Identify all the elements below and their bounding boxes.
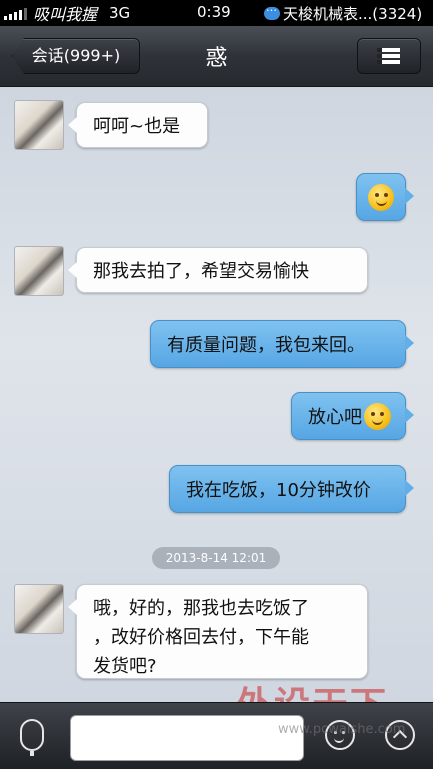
smile-emoji-icon: [368, 183, 394, 211]
signal-strength-icon: [4, 6, 27, 20]
message-text: 我在吃饭，10分钟改价: [186, 480, 371, 501]
contact-avatar[interactable]: [14, 584, 64, 634]
chat-bubble-icon: [264, 1, 280, 20]
message-bubble-outgoing[interactable]: [356, 173, 414, 221]
navigation-bar: 会话(999+) 惑: [0, 26, 433, 87]
status-bar: 吸叫我握 3G 0:39 天梭机械表...(3324): [0, 0, 433, 26]
message-text: 放心吧: [308, 407, 362, 428]
message-bubble-incoming[interactable]: 呵呵~也是: [68, 102, 208, 148]
message-bubble-outgoing[interactable]: 有质量问题，我包来回。: [150, 320, 414, 368]
notification: 天梭机械表...(3324): [264, 1, 423, 24]
message-text: 呵呵~也是: [93, 116, 181, 137]
smile-emoji-icon: [364, 402, 391, 430]
message-text-line: 哦，好的，那我也去吃饭了: [93, 598, 309, 619]
menu-button[interactable]: [357, 38, 421, 74]
carrier-name: 吸叫我握: [33, 5, 98, 24]
message-bubble-incoming[interactable]: 哦，好的，那我也去吃饭了 ，改好价格回去付，下午能 发货吧?: [68, 584, 368, 679]
message-bubble-incoming[interactable]: 那我去拍了，希望交易愉快: [68, 247, 368, 293]
message-text: 那我去拍了，希望交易愉快: [93, 261, 309, 282]
message-input[interactable]: [70, 715, 304, 761]
message-text-line: 发货吧?: [93, 656, 157, 677]
message-bubble-outgoing[interactable]: 我在吃饭，10分钟改价: [169, 465, 414, 513]
contact-avatar[interactable]: [14, 100, 64, 150]
clock: 0:39: [197, 3, 231, 21]
network-type: 3G: [109, 4, 131, 22]
message-text-line: ，改好价格回去付，下午能: [93, 627, 309, 648]
notification-text: 天梭机械表...(3324): [283, 5, 423, 23]
message-bubble-outgoing[interactable]: 放心吧: [291, 392, 414, 440]
message-text: 有质量问题，我包来回。: [167, 335, 365, 356]
watermark-url: www.pcwaishe.com: [278, 722, 406, 737]
microphone-icon[interactable]: [20, 719, 44, 756]
contact-avatar[interactable]: [14, 246, 64, 296]
timestamp: 2013-8-14 12:01: [152, 547, 280, 569]
